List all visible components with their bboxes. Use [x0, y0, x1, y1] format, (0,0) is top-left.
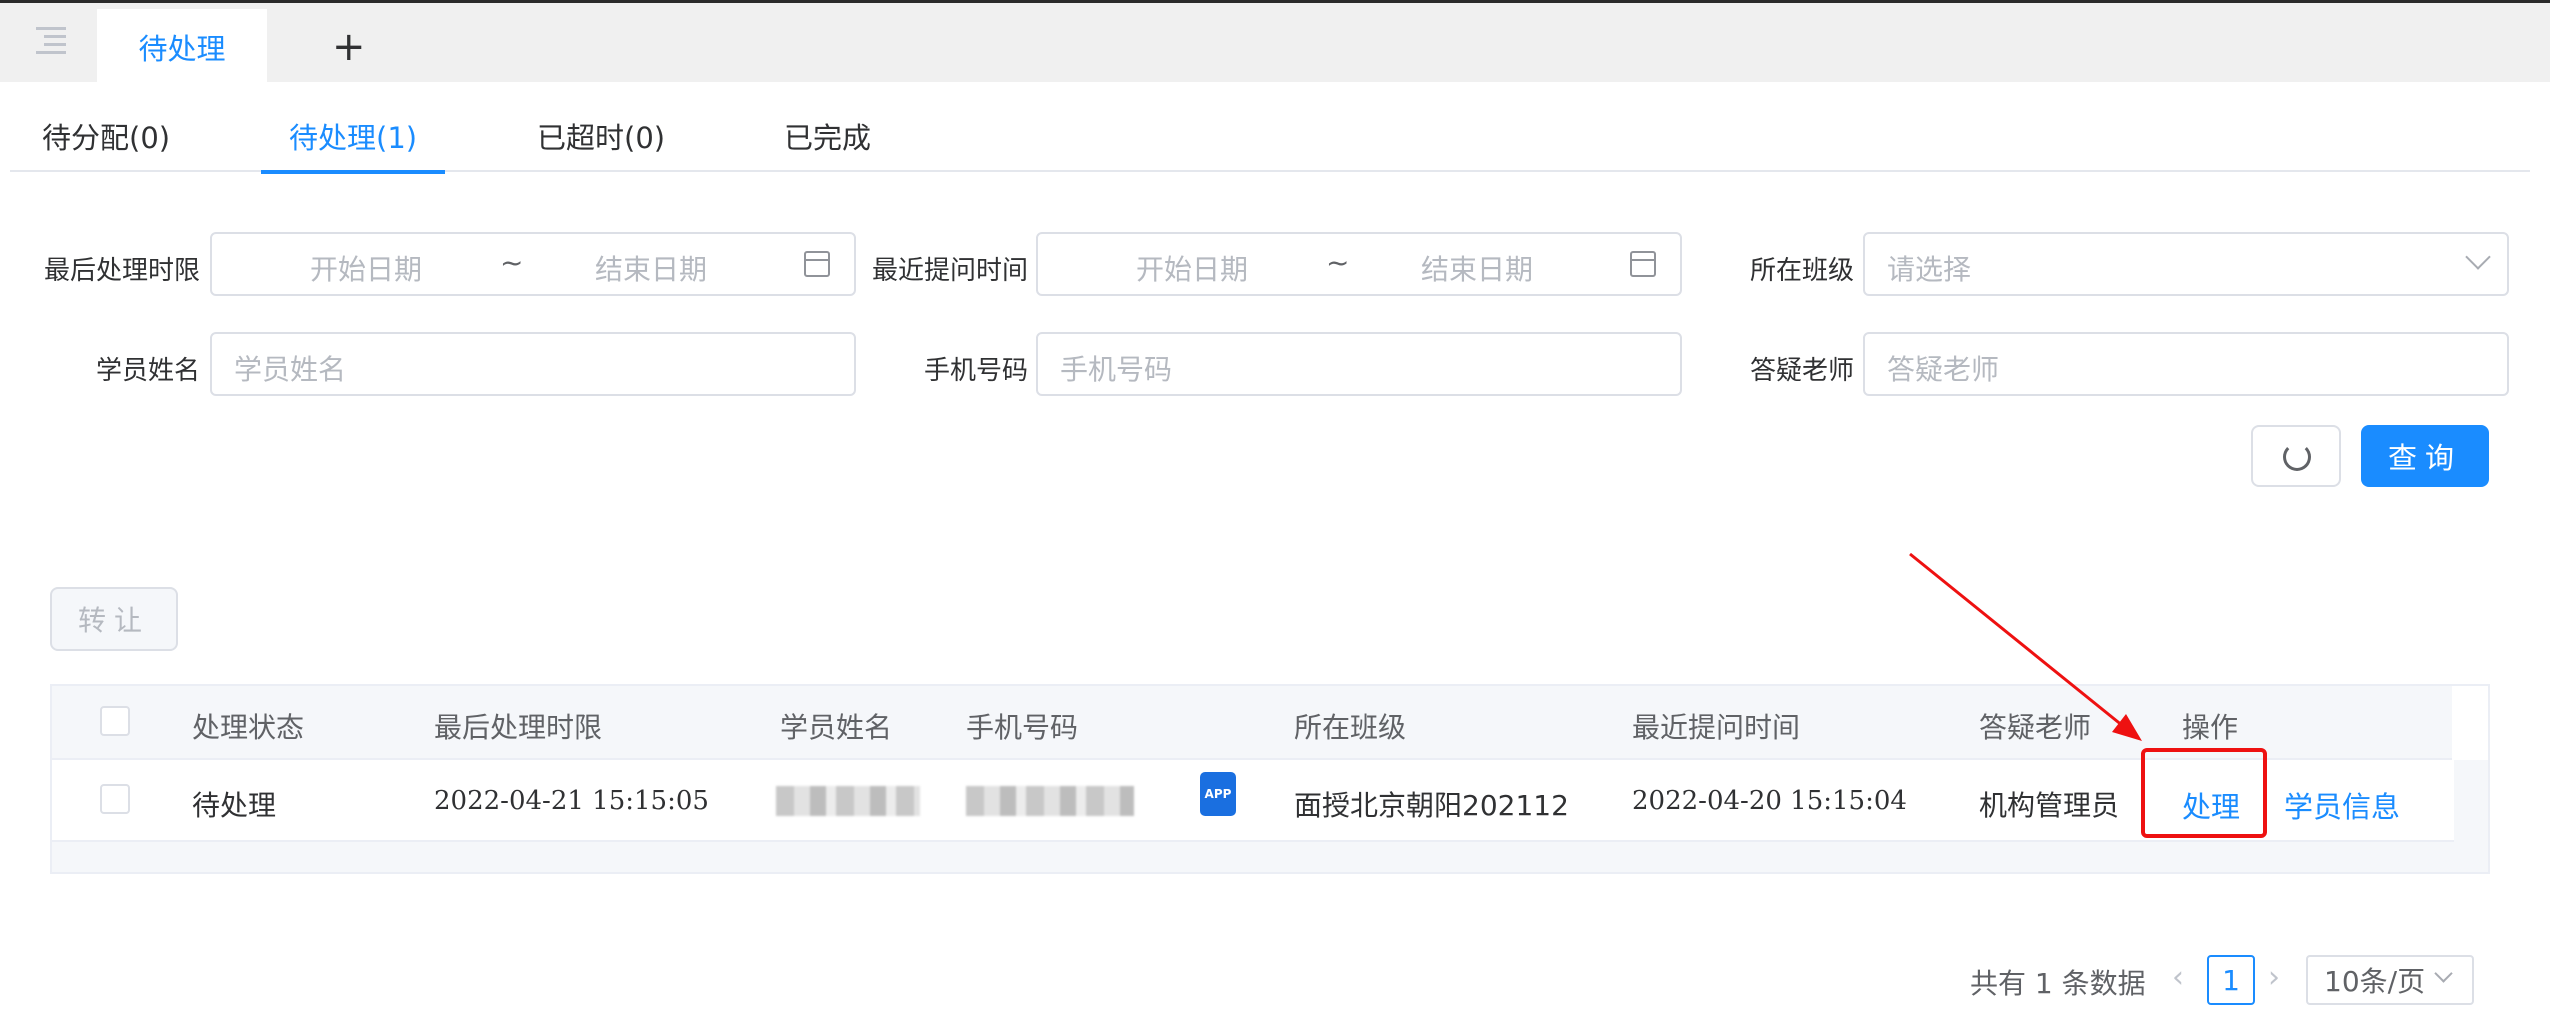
chevron-down-icon	[2434, 964, 2453, 983]
page-size-value: 10条/页	[2324, 965, 2426, 998]
pagination-total: 共有 1 条数据	[1970, 967, 2146, 1000]
chevron-right-icon[interactable]: ›	[2268, 960, 2280, 995]
pagination-page[interactable]: 1	[2207, 955, 2255, 1005]
page-size-select[interactable]: 10条/页	[2306, 955, 2474, 1005]
chevron-left-icon[interactable]: ‹	[2172, 960, 2184, 995]
annotation-arrow	[1909, 552, 2142, 741]
